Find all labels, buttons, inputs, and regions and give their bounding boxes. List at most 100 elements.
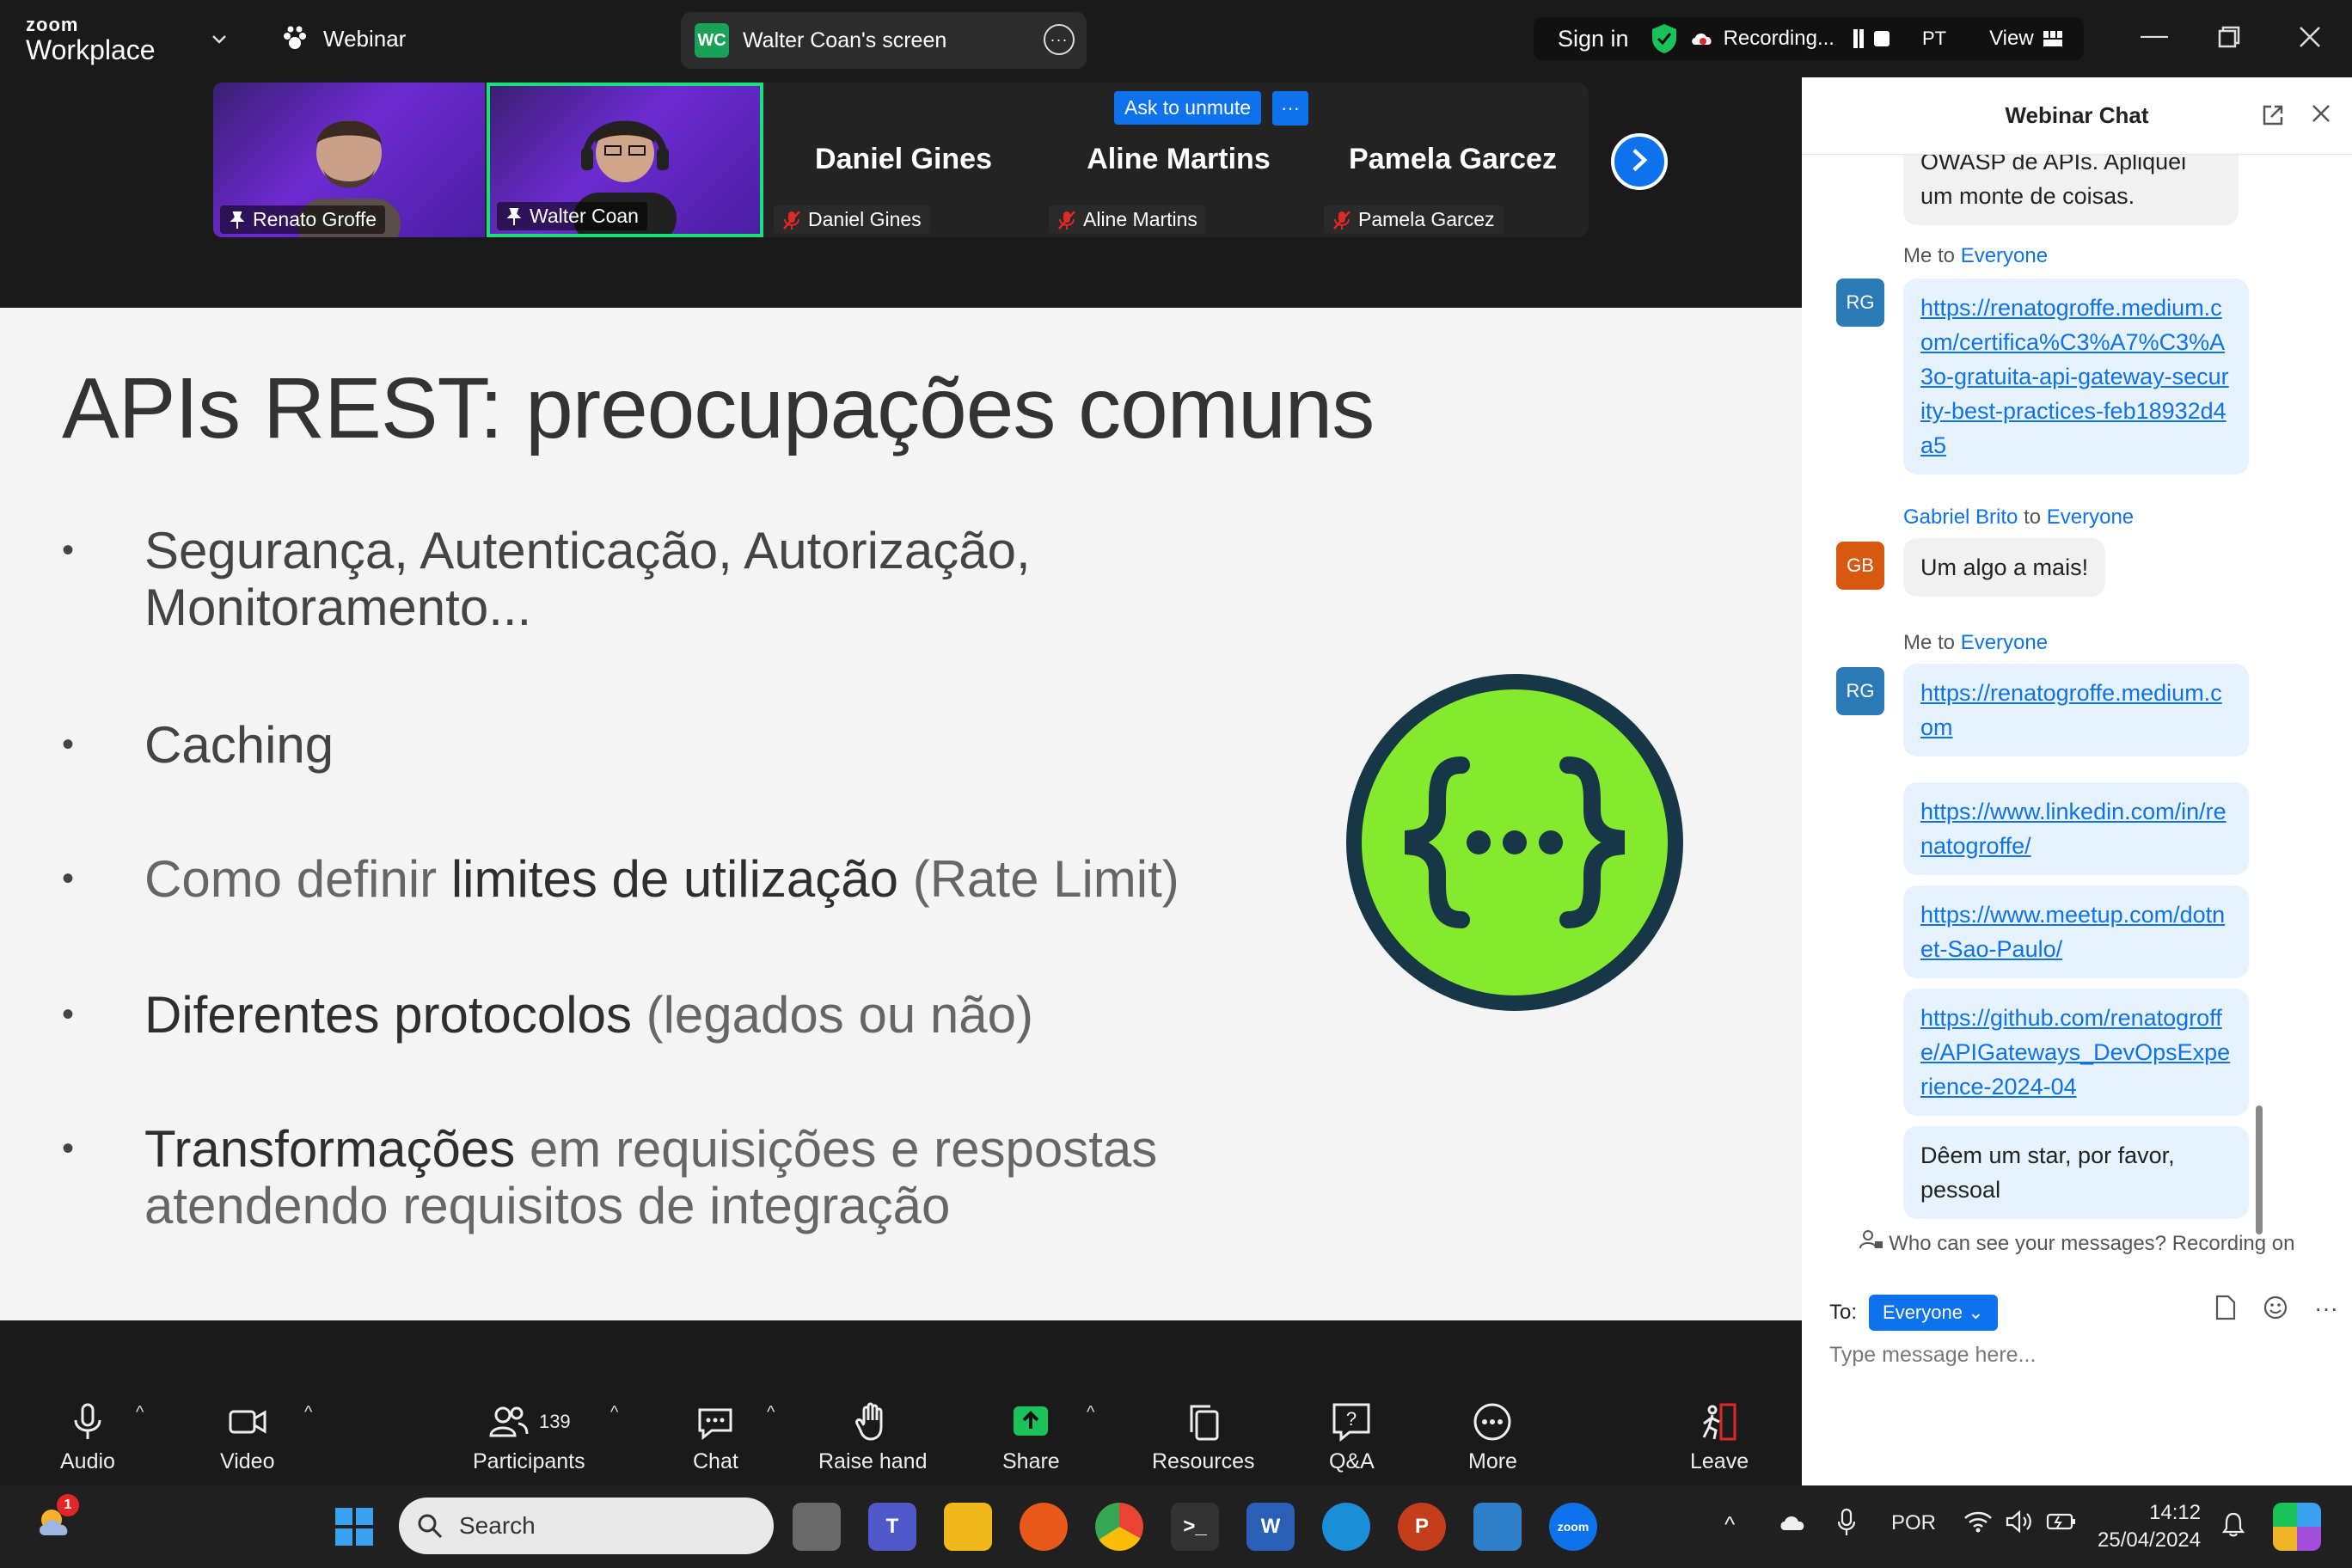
audio-options-caret-icon[interactable]: ^	[136, 1403, 144, 1423]
participant-tile[interactable]: Pamela Garcez Pamela Garcez	[1317, 83, 1589, 237]
weather-widget-icon[interactable]: 1	[31, 1494, 79, 1544]
more-icon	[1473, 1403, 1511, 1441]
system-clock[interactable]: 14:12 25/04/2024	[2098, 1499, 2201, 1554]
participant-tile[interactable]: Renato Groffe	[213, 83, 485, 237]
audio-label: Audio	[60, 1449, 115, 1473]
qa-button[interactable]: ? Q&A	[1329, 1401, 1375, 1474]
pause-recording-icon[interactable]	[1853, 29, 1864, 48]
chat-more-icon[interactable]: ···	[2314, 1295, 2338, 1322]
chrome-icon[interactable]	[1095, 1503, 1143, 1551]
participant-tile[interactable]: Daniel Gines Daniel Gines	[767, 83, 1040, 237]
participants-button[interactable]: 139 Participants	[473, 1401, 585, 1474]
chevron-down-icon[interactable]	[210, 29, 229, 48]
participant-name: Aline Martins	[1083, 208, 1197, 230]
battery-icon[interactable]	[2046, 1511, 2077, 1532]
more-button[interactable]: More	[1468, 1401, 1517, 1474]
taskbar-search[interactable]: Search	[399, 1498, 774, 1554]
message-link[interactable]: https://renatogroffe.medium.com/certific…	[1920, 295, 2229, 458]
recording-indicator[interactable]: Recording... PT View	[1689, 27, 2063, 51]
onedrive-icon[interactable]	[1778, 1513, 1807, 1534]
language-indicator[interactable]: PT	[1922, 28, 1946, 50]
windows-taskbar: 1 Search T >_ W P zoom ^ POR 14:12 25/04…	[0, 1485, 2352, 1568]
task-view-icon[interactable]	[793, 1503, 841, 1551]
chat-scrollbar[interactable]	[2256, 1106, 2263, 1234]
terminal-icon[interactable]: >_	[1171, 1503, 1219, 1551]
security-shield-icon[interactable]	[1650, 22, 1679, 55]
participant-name-tag: Aline Martins	[1049, 205, 1206, 234]
chat-message: Dêem um star, por favor, pessoal	[1903, 1126, 2249, 1219]
copilot-icon[interactable]	[2273, 1503, 2321, 1551]
chat-options-caret-icon[interactable]: ^	[767, 1403, 775, 1423]
view-button[interactable]: View	[1989, 27, 2034, 51]
resources-label: Resources	[1152, 1449, 1255, 1473]
chat-panel: Webinar Chat OWASP de APIs. Apliquei um m…	[1802, 77, 2352, 1485]
edge-icon[interactable]	[1322, 1503, 1370, 1551]
message-link[interactable]: https://renatogroffe.medium.com	[1920, 680, 2222, 740]
participant-more-button[interactable]: ···	[1272, 91, 1308, 126]
participants-options-caret-icon[interactable]: ^	[610, 1403, 618, 1423]
share-button[interactable]: Share	[1002, 1401, 1060, 1474]
shared-screen-pill[interactable]: WC Walter Coan's screen ···	[681, 12, 1087, 69]
chat-message: https://renatogroffe.medium.com/certific…	[1903, 279, 2249, 475]
stop-recording-icon[interactable]	[1873, 31, 1890, 46]
minimize-icon[interactable]: —	[2141, 19, 2168, 51]
notifications-bell-icon[interactable]	[2221, 1511, 2245, 1537]
teams-icon[interactable]: T	[868, 1503, 916, 1551]
file-explorer-icon[interactable]	[944, 1503, 992, 1551]
close-icon[interactable]	[2299, 26, 2321, 48]
recipient-dropdown[interactable]: Everyone ⌄	[1869, 1295, 1998, 1331]
azure-data-studio-icon[interactable]	[1473, 1503, 1522, 1551]
pin-icon	[230, 211, 245, 229]
sender-name: Me	[1903, 631, 1932, 654]
firefox-icon[interactable]	[1020, 1503, 1068, 1551]
screen-options-icon[interactable]: ···	[1044, 24, 1075, 55]
wifi-icon[interactable]	[1963, 1510, 1993, 1534]
participant-name: Walter Coan	[530, 205, 639, 227]
sign-in-link[interactable]: Sign in	[1534, 26, 1650, 52]
video-label: Video	[220, 1449, 275, 1473]
share-label: Share	[1002, 1449, 1060, 1473]
share-screen-icon	[1014, 1406, 1049, 1436]
pop-out-icon[interactable]	[2261, 103, 2285, 127]
powerpoint-icon[interactable]: P	[1398, 1503, 1446, 1551]
message-link[interactable]: https://www.meetup.com/dotnet-Sao-Paulo/	[1920, 902, 2225, 962]
file-icon[interactable]	[2214, 1295, 2237, 1320]
chat-message: OWASP de APIs. Apliquei um monte de coisa…	[1903, 155, 2239, 225]
chat-button[interactable]: Chat	[693, 1401, 738, 1474]
share-options-caret-icon[interactable]: ^	[1087, 1403, 1094, 1423]
raise-hand-button[interactable]: Raise hand	[818, 1401, 927, 1474]
chat-privacy-notice[interactable]: Who can see your messages? Recording on	[1802, 1229, 2352, 1256]
volume-icon[interactable]	[2005, 1510, 2034, 1534]
recording-label: Recording...	[1723, 27, 1834, 50]
grid-view-icon[interactable]	[2043, 29, 2063, 48]
show-hidden-icons-icon[interactable]: ^	[1724, 1511, 1735, 1538]
bullet-text: Como definir	[144, 850, 451, 908]
restore-icon[interactable]	[2218, 26, 2240, 48]
participant-tile-active-speaker[interactable]: Walter Coan	[487, 83, 763, 237]
message-meta: Gabriel Brito to Everyone	[1903, 505, 2134, 530]
qa-label: Q&A	[1329, 1449, 1375, 1473]
zoom-app-icon[interactable]: zoom	[1549, 1503, 1597, 1551]
video-options-caret-icon[interactable]: ^	[304, 1403, 312, 1423]
next-page-button[interactable]	[1611, 133, 1668, 190]
microphone-tray-icon[interactable]	[1836, 1508, 1857, 1537]
leave-button[interactable]: Leave	[1690, 1401, 1749, 1474]
recipient-selector: To: Everyone ⌄	[1829, 1295, 1998, 1331]
message-link[interactable]: https://www.linkedin.com/in/renatogroffe…	[1920, 799, 2226, 859]
windows-start-icon[interactable]	[330, 1503, 378, 1551]
emoji-icon[interactable]	[2263, 1295, 2288, 1320]
word-icon[interactable]: W	[1246, 1503, 1295, 1551]
top-right-controls: Sign in Recording... PT View	[1534, 17, 2084, 60]
message-input[interactable]: Type message here...	[1829, 1343, 2036, 1368]
ask-to-unmute-button[interactable]: Ask to unmute	[1114, 91, 1262, 125]
resources-button[interactable]: Resources	[1152, 1401, 1255, 1474]
message-link[interactable]: https://github.com/renatogroffe/APIGatew…	[1920, 1005, 2230, 1099]
shared-slide: APIs REST: preocupações comuns • Seguran…	[0, 308, 1802, 1320]
privacy-notice-text: Who can see your messages? Recording on	[1889, 1232, 2295, 1255]
participant-display-name: Aline Martins	[1087, 143, 1271, 175]
input-language[interactable]: POR	[1891, 1511, 1936, 1535]
video-button[interactable]: Video	[220, 1401, 275, 1474]
close-chat-icon[interactable]	[2311, 103, 2331, 124]
clock-time: 14:12	[2149, 1501, 2202, 1524]
audio-button[interactable]: Audio	[60, 1401, 115, 1474]
